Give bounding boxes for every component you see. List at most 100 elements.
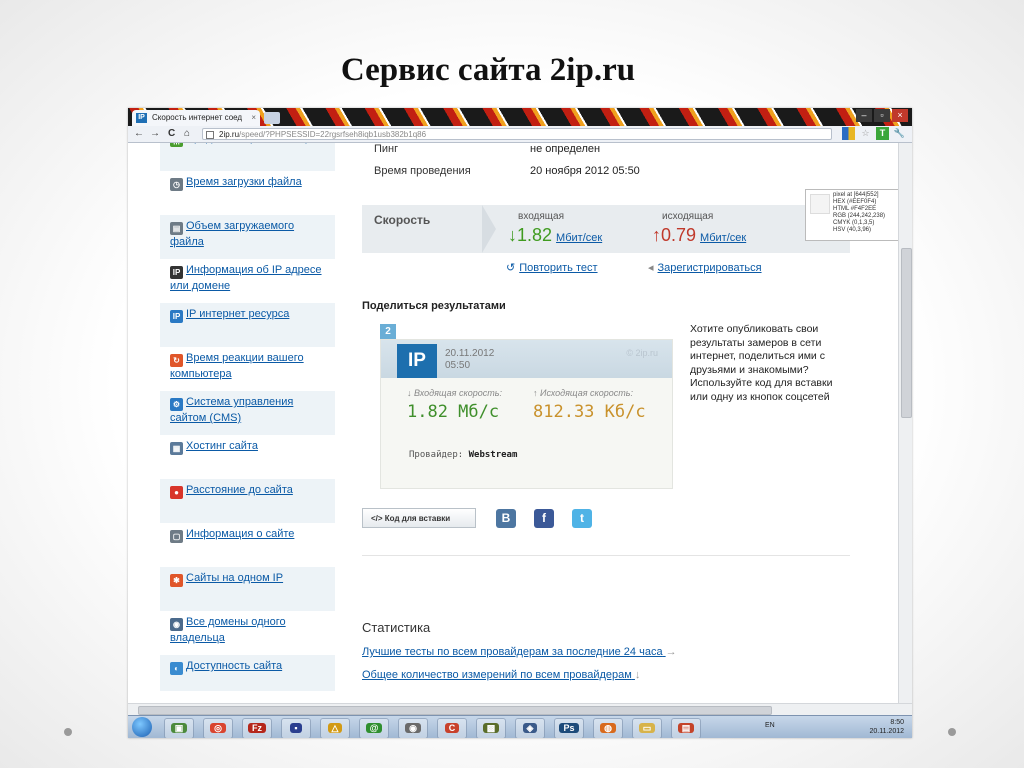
result-card-image[interactable]: IP 20.11.2012 05:50 © 2ip.ru ↓ Входящая с… xyxy=(380,339,673,489)
twitter-share-button[interactable]: t xyxy=(572,509,592,528)
new-tab-button[interactable] xyxy=(264,112,280,124)
network-app-taskbar-button[interactable]: ▣ xyxy=(164,718,194,738)
availability-icon: ◐ xyxy=(170,662,183,675)
vertical-scrollbar[interactable] xyxy=(898,143,912,703)
sidebar-item[interactable]: ◐ Доступность сайта xyxy=(160,655,335,691)
speed-bars-icon: ||| xyxy=(170,143,183,147)
share-heading: Поделиться результатами xyxy=(362,300,506,312)
browser-toolbar: ← → C ⌂ 2ip.ru/speed/?PHPSESSID=22rgsrfs… xyxy=(128,126,912,143)
windows-taskbar: ▣ ◎ Fz ▪ △ @ ◉ C ▩ ◈ Ps ◍ ▭ ▤ EN 8:50 20.11.2012 xyxy=(128,715,912,738)
register-link[interactable]: ◂ Зарегистрироваться xyxy=(648,261,762,274)
ccleaner-taskbar-button[interactable]: C xyxy=(437,718,467,738)
divider xyxy=(362,555,850,556)
toolbar-extensions: ☆ T 🔧 xyxy=(842,127,906,140)
total-measurements-label: Общее количество измерений по всем прова… xyxy=(362,669,632,681)
outgoing-speed: ↑0.79 Мбит/сек xyxy=(652,225,746,246)
chrome-taskbar-button[interactable]: ◎ xyxy=(203,718,233,738)
system-clock[interactable]: 8:50 20.11.2012 xyxy=(869,718,904,736)
repeat-icon: ↺ xyxy=(506,262,516,274)
close-window-button[interactable]: × xyxy=(892,109,908,122)
card-in-value: 1.82 Мб/с xyxy=(407,402,500,422)
presentation-icon: ▤ xyxy=(677,723,695,733)
sidebar-item[interactable]: IP Информация об IP адресе или домене xyxy=(160,259,335,303)
save-app-taskbar-button[interactable]: ▪ xyxy=(281,718,311,738)
sidebar-item[interactable]: ▦ Хостинг сайта xyxy=(160,435,335,479)
sidebar-item[interactable]: ◉ Все домены одного владельца xyxy=(160,611,335,655)
mail-agent-taskbar-button[interactable]: @ xyxy=(359,718,389,738)
test-time-label: Время проведения xyxy=(374,165,471,177)
embed-code-button[interactable]: </> Код для вставки xyxy=(362,508,476,528)
dvd-taskbar-button[interactable]: ◉ xyxy=(398,718,428,738)
outgoing-unit[interactable]: Мбит/сек xyxy=(700,232,746,244)
sidebar-item[interactable]: ▢ Информация о сайте xyxy=(160,523,335,567)
card-out-value: 812.33 Кб/с xyxy=(533,402,646,422)
speed-panel: Скорость входящая ↓1.82 Мбит/сек исходяща… xyxy=(362,205,850,253)
ping-label: Пинг xyxy=(374,143,399,155)
photoshop-taskbar-button[interactable]: Ps xyxy=(554,718,584,738)
best-tests-link[interactable]: Лучшие тесты по всем провайдерам за посл… xyxy=(362,646,677,658)
slide-title: Сервис сайта 2ip.ru xyxy=(340,52,636,88)
sidebar-item[interactable]: |||Средняя скорость интернет xyxy=(160,143,335,171)
folder-taskbar-button[interactable]: ▭ xyxy=(632,718,662,738)
window-controls: – ▫ × xyxy=(856,109,908,122)
horizontal-scroll-thumb[interactable] xyxy=(138,706,772,715)
sidebar-item[interactable]: ◷ Время загрузки файла xyxy=(160,171,335,215)
sidebar-item[interactable]: ↻ Время реакции вашего компьютера xyxy=(160,347,335,391)
sidebar-item-label: Время реакции вашего компьютера xyxy=(170,352,304,380)
extension-colorpicker-icon[interactable] xyxy=(842,127,855,140)
back-icon[interactable]: ← xyxy=(134,126,144,142)
incoming-value: 1.82 xyxy=(517,225,553,245)
ip-info-icon: IP xyxy=(170,266,183,279)
tab-close-icon[interactable]: × xyxy=(251,110,256,126)
card-time-value: 05:50 xyxy=(445,360,471,371)
chrome-icon: ◎ xyxy=(210,723,226,733)
vertical-scroll-thumb[interactable] xyxy=(901,248,912,418)
incoming-label: входящая xyxy=(518,211,564,222)
tab-bar: IP Скорость интернет соед × – ▫ × xyxy=(128,108,912,126)
maximize-button[interactable]: ▫ xyxy=(874,109,890,122)
language-indicator[interactable]: EN xyxy=(765,722,775,729)
filezilla-taskbar-button[interactable]: Fz xyxy=(242,718,272,738)
minimize-button[interactable]: – xyxy=(856,109,872,122)
address-bar[interactable]: 2ip.ru/speed/?PHPSESSID=22rgsrfseh8iqb1u… xyxy=(202,128,832,140)
extension-t-icon[interactable]: T xyxy=(876,127,889,140)
sidebar-item[interactable]: IP IP интернет ресурса xyxy=(160,303,335,347)
repeat-test-label: Повторить тест xyxy=(519,262,598,274)
total-measurements-link[interactable]: Общее количество измерений по всем прова… xyxy=(362,669,640,681)
sidebar-item-label: Расстояние до сайта xyxy=(186,484,293,496)
virtualbox-taskbar-button[interactable]: ◈ xyxy=(515,718,545,738)
card-watermark: © 2ip.ru xyxy=(626,348,658,358)
film-taskbar-button[interactable]: ▩ xyxy=(476,718,506,738)
wrench-icon[interactable]: 🔧 xyxy=(893,127,906,140)
browser-tab[interactable]: IP Скорость интернет соед × xyxy=(132,110,260,126)
bookmark-star-icon[interactable]: ☆ xyxy=(859,127,872,140)
sidebar-item[interactable]: ▤ Объем загружаемого файла xyxy=(160,215,335,259)
file-icon: ▤ xyxy=(170,222,183,235)
sidebar-item[interactable]: ● Расстояние до сайта xyxy=(160,479,335,523)
card-date: 20.11.2012 05:50 xyxy=(445,348,494,372)
sidebar-item[interactable]: ✱ Сайты на одном IP xyxy=(160,567,335,611)
vk-share-button[interactable]: B xyxy=(496,509,516,528)
incoming-unit[interactable]: Мбит/сек xyxy=(556,232,602,244)
sidebar-item-label: Хостинг сайта xyxy=(186,440,258,452)
hosting-icon: ▦ xyxy=(170,442,183,455)
slide-dot-right xyxy=(948,728,956,736)
film-icon: ▩ xyxy=(482,723,500,733)
dvd-icon: ◉ xyxy=(405,723,421,733)
tab-title: Скорость интернет соед xyxy=(152,113,243,122)
firefox-taskbar-button[interactable]: ◍ xyxy=(593,718,623,738)
up-arrow-icon: ↑ xyxy=(652,225,661,245)
home-icon[interactable]: ⌂ xyxy=(184,126,190,142)
sidebar-item-label: Все домены одного владельца xyxy=(170,616,286,644)
forward-icon[interactable]: → xyxy=(150,126,160,142)
sidebar-item[interactable]: ⚙ Система управления сайтом (CMS) xyxy=(160,391,335,435)
reload-icon[interactable]: C xyxy=(168,126,175,142)
presentation-taskbar-button[interactable]: ▤ xyxy=(671,718,701,738)
repeat-test-link[interactable]: ↺ Повторить тест xyxy=(506,261,598,274)
color-picker-popup: pixel at [644|552] HEX (#EEF0F4) HTML #F… xyxy=(805,189,898,241)
facebook-share-button[interactable]: f xyxy=(534,509,554,528)
arrow-right-icon: → xyxy=(665,646,677,658)
triangle-app-taskbar-button[interactable]: △ xyxy=(320,718,350,738)
card-provider: Провайдер: Webstream xyxy=(409,450,517,460)
start-button[interactable] xyxy=(132,717,152,737)
